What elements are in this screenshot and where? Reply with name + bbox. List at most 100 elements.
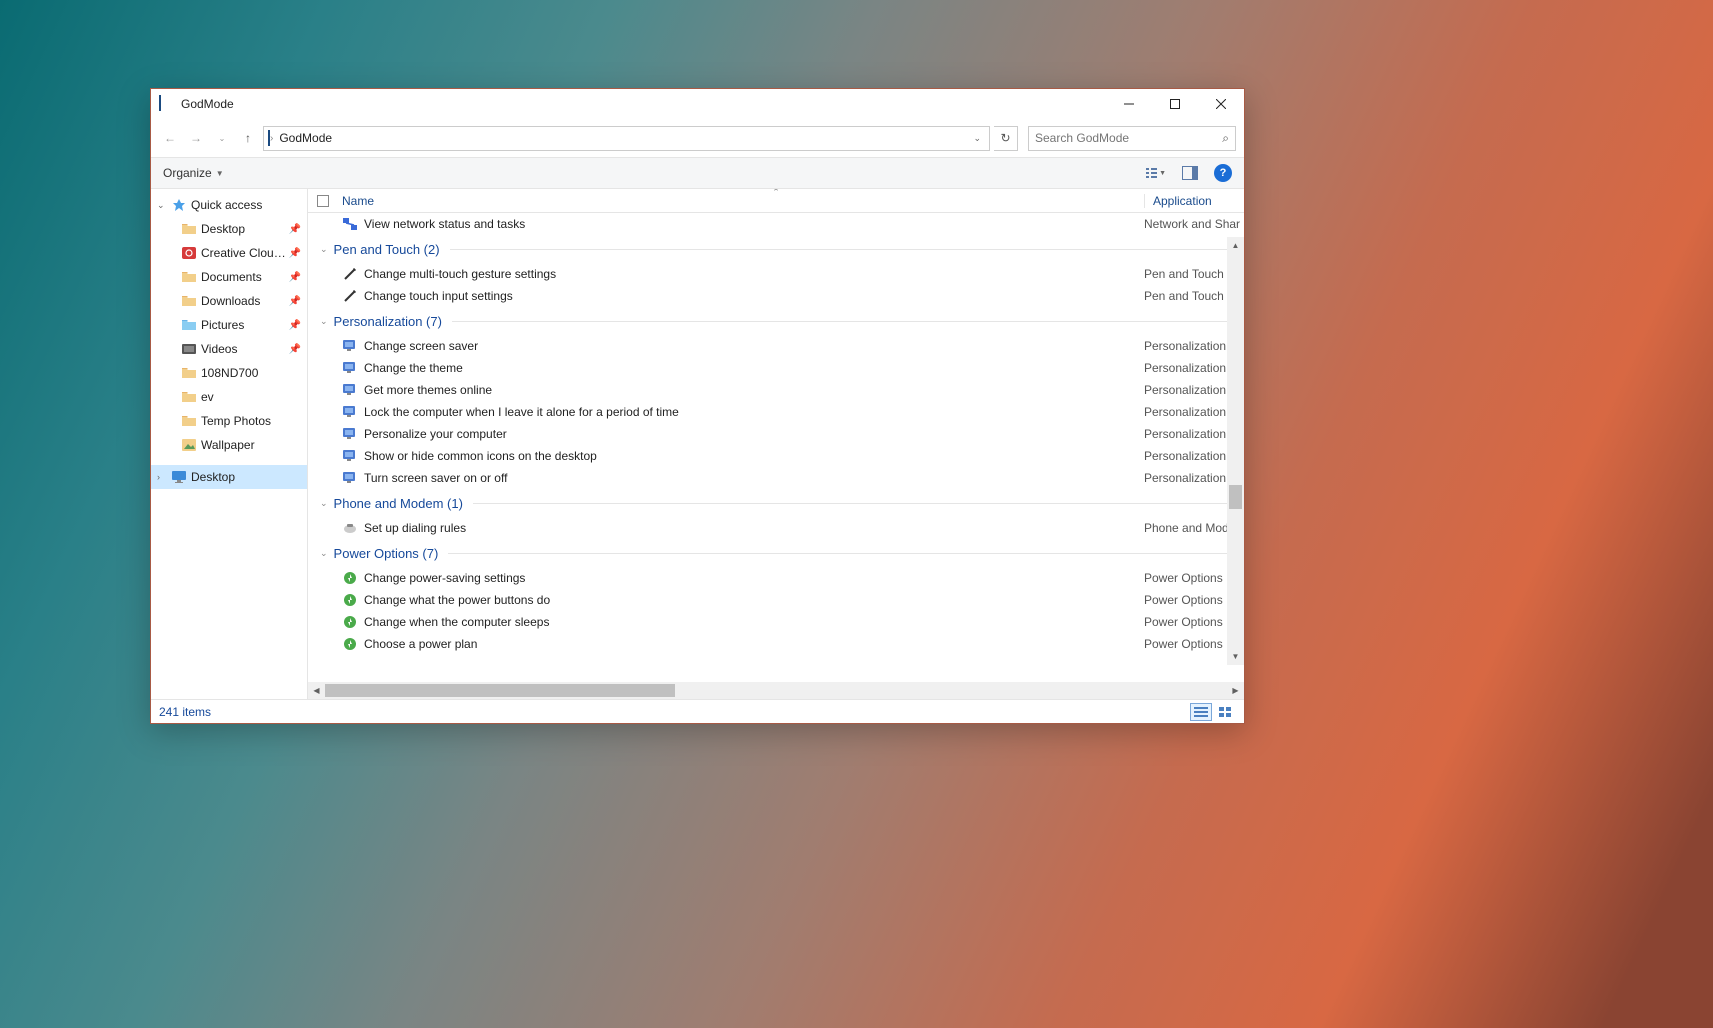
sidebar-item[interactable]: Desktop📌 (151, 217, 307, 241)
sort-indicator-icon: ⌃ (772, 189, 780, 198)
sidebar-item-label: Pictures (201, 318, 289, 332)
group-header[interactable]: ⌄ Phone and Modem (1) (308, 489, 1244, 517)
chevron-right-icon[interactable]: › (157, 472, 171, 482)
sidebar-item[interactable]: 108ND700 (151, 361, 307, 385)
group-header[interactable]: ⌄Power Options (7) (308, 539, 1244, 567)
pin-icon: 📌 (289, 296, 301, 307)
explorer-window: GodMode ← → ⌄ ↑ › GodMode ⌄ ↻ ⌕ Organize… (150, 88, 1245, 724)
organize-menu[interactable]: Organize ▼ (163, 166, 224, 180)
list-item[interactable]: Change power-saving settingsPower Option… (308, 567, 1244, 589)
maximize-button[interactable] (1152, 89, 1198, 119)
scroll-right-button[interactable]: ▶ (1227, 682, 1244, 699)
pin-icon: 📌 (289, 344, 301, 355)
list-item[interactable]: View network status and tasksNetwork and… (308, 213, 1244, 235)
scroll-thumb[interactable] (1229, 485, 1242, 509)
group-title: Personalization (7) (334, 314, 442, 329)
item-name: Show or hide common icons on the desktop (364, 449, 1144, 463)
folder-icon (181, 341, 197, 357)
list-item[interactable]: Change when the computer sleepsPower Opt… (308, 611, 1244, 633)
search-icon[interactable]: ⌕ (1222, 131, 1229, 146)
chevron-down-icon[interactable]: ⌄ (320, 316, 328, 327)
list-item[interactable]: Turn screen saver on or offPersonalizati… (308, 467, 1244, 489)
toolbar: Organize ▼ ▼ ? (151, 157, 1244, 189)
chevron-down-icon[interactable]: ⌄ (320, 498, 328, 509)
up-button[interactable]: ↑ (237, 127, 259, 149)
list-item[interactable]: Change what the power buttons doPower Op… (308, 589, 1244, 611)
preview-pane-button[interactable] (1180, 163, 1200, 183)
chevron-down-icon[interactable]: ⌄ (320, 244, 328, 255)
help-button[interactable]: ? (1214, 164, 1232, 182)
details-view-button[interactable] (1190, 703, 1212, 721)
recent-dropdown[interactable]: ⌄ (211, 127, 233, 149)
item-application: Network and Shar (1144, 217, 1244, 231)
list-item[interactable]: Change multi-touch gesture settingsPen a… (308, 263, 1244, 285)
sidebar-item-label: Creative Cloud Fi (201, 246, 289, 260)
list-item[interactable]: Show or hide common icons on the desktop… (308, 445, 1244, 467)
list-item[interactable]: Change touch input settingsPen and Touch (308, 285, 1244, 307)
chevron-down-icon[interactable]: ⌄ (157, 200, 171, 211)
back-button[interactable]: ← (159, 127, 181, 149)
group-header[interactable]: ⌄Pen and Touch (2) (308, 235, 1244, 263)
sidebar-item[interactable]: Pictures📌 (151, 313, 307, 337)
refresh-button[interactable]: ↻ (994, 126, 1018, 151)
search-box[interactable]: ⌕ (1028, 126, 1236, 151)
sidebar-item-label: Documents (201, 270, 289, 284)
scroll-down-button[interactable]: ▼ (1227, 648, 1244, 665)
list-item[interactable]: Lock the computer when I leave it alone … (308, 401, 1244, 423)
item-icon (342, 636, 358, 652)
column-name[interactable]: Name (338, 194, 1144, 208)
minimize-button[interactable] (1106, 89, 1152, 119)
sidebar-item[interactable]: Temp Photos (151, 409, 307, 433)
list-item[interactable]: Change the themePersonalization (308, 357, 1244, 379)
item-name: Turn screen saver on or off (364, 471, 1144, 485)
sidebar-item-label: ev (201, 390, 307, 404)
breadcrumb-location[interactable]: GodMode (273, 131, 338, 145)
item-name: Choose a power plan (364, 637, 1144, 651)
column-application[interactable]: Application (1144, 194, 1244, 208)
vertical-scrollbar[interactable]: ▲ ▼ (1227, 237, 1244, 665)
close-button[interactable] (1198, 89, 1244, 119)
chevron-down-icon: ▼ (216, 169, 224, 178)
item-icon (342, 592, 358, 608)
list-item[interactable]: Get more themes onlinePersonalization (308, 379, 1244, 401)
view-options-button[interactable]: ▼ (1146, 163, 1166, 183)
list-item[interactable]: Change screen saverPersonalization (308, 335, 1244, 357)
sidebar-item[interactable]: Downloads📌 (151, 289, 307, 313)
sidebar-desktop[interactable]: › Desktop (151, 465, 307, 489)
sidebar-item[interactable]: Wallpaper (151, 433, 307, 457)
scroll-up-button[interactable]: ▲ (1227, 237, 1244, 254)
chevron-down-icon[interactable]: ⌄ (320, 548, 328, 559)
star-icon (171, 197, 187, 213)
item-icon (342, 470, 358, 486)
scroll-thumb[interactable] (325, 684, 675, 697)
forward-button[interactable]: → (185, 127, 207, 149)
search-input[interactable] (1035, 131, 1222, 145)
chevron-down-icon: ▼ (1159, 170, 1166, 177)
list-item[interactable]: Set up dialing rulesPhone and Moder (308, 517, 1244, 539)
group-title: Phone and Modem (1) (334, 496, 463, 511)
sidebar-item-label: Downloads (201, 294, 289, 308)
horizontal-scrollbar[interactable]: ◀ ▶ (308, 682, 1244, 699)
column-header: ⌃ Name Application (308, 189, 1244, 213)
item-icon (342, 266, 358, 282)
large-icons-view-button[interactable] (1214, 703, 1236, 721)
item-name: Personalize your computer (364, 427, 1144, 441)
select-all-checkbox[interactable] (308, 195, 338, 207)
control-panel-icon (159, 96, 175, 112)
organize-label: Organize (163, 166, 212, 180)
desktop-icon (171, 469, 187, 485)
sidebar-item[interactable]: ev (151, 385, 307, 409)
list-item[interactable]: Choose a power planPower Options (308, 633, 1244, 655)
sidebar-quick-access[interactable]: ⌄ Quick access (151, 193, 307, 217)
sidebar-item[interactable]: Documents📌 (151, 265, 307, 289)
address-dropdown[interactable]: ⌄ (969, 133, 985, 144)
sidebar-item[interactable]: Creative Cloud Fi📌 (151, 241, 307, 265)
folder-icon (181, 437, 197, 453)
address-bar[interactable]: › GodMode ⌄ (263, 126, 990, 151)
group-header[interactable]: ⌄ Personalization (7) (308, 307, 1244, 335)
scroll-left-button[interactable]: ◀ (308, 682, 325, 699)
folder-icon (181, 245, 197, 261)
list-item[interactable]: Personalize your computerPersonalization (308, 423, 1244, 445)
sidebar-item[interactable]: Videos📌 (151, 337, 307, 361)
item-icon (342, 570, 358, 586)
